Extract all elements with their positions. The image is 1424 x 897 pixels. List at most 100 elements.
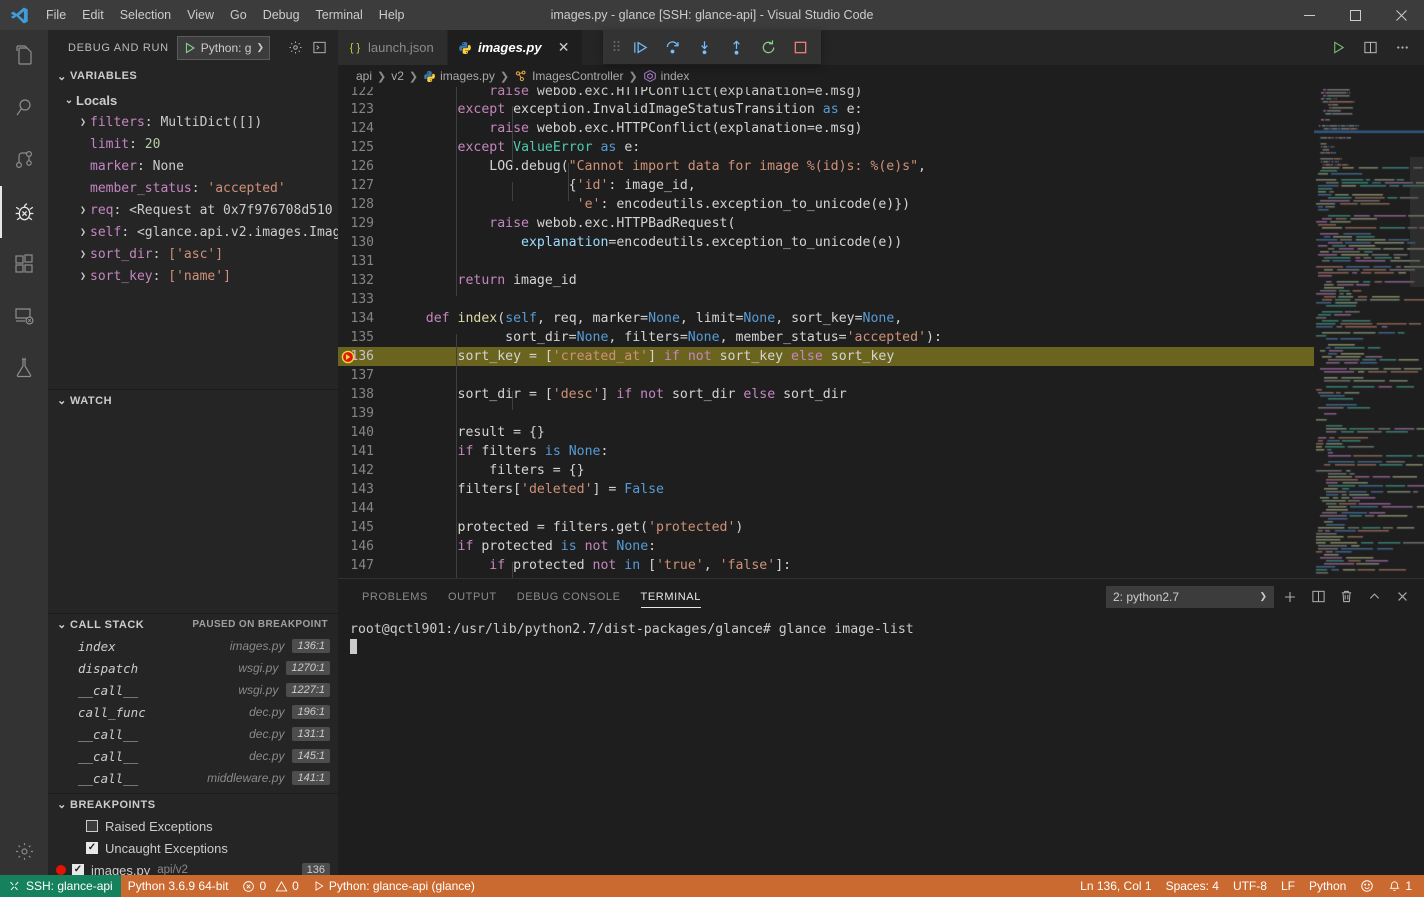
variables-section-header[interactable]: ⌄ VARIABLES [48,65,338,87]
code-text[interactable]: filters['deleted'] = False [394,480,1314,499]
manage-gear-icon[interactable] [0,827,48,875]
debug-toolbar[interactable] [603,30,821,64]
chevron-down-icon[interactable]: ❯ [254,42,264,53]
close-icon[interactable] [1378,0,1424,30]
split-editor-icon[interactable] [1356,34,1384,62]
code-line[interactable]: 129 raise webob.exc.HTTPBadRequest( [338,214,1314,233]
code-line[interactable]: 146 if protected is not None: [338,537,1314,556]
menu-bar[interactable]: File Edit Selection View Go Debug Termin… [38,0,413,30]
code-text[interactable]: except exception.InvalidImageStatusTrans… [394,100,1314,119]
step-over-icon[interactable] [657,32,687,62]
menu-terminal[interactable]: Terminal [308,0,371,30]
close-icon[interactable]: ✕ [556,39,572,56]
breadcrumb-item-images-controller[interactable]: ImagesController [514,69,623,83]
code-line[interactable]: 136 sort_key = ['created_at'] if not sor… [338,347,1314,366]
variable-row[interactable]: ❯ filters: MultiDict([]) [48,111,338,133]
step-into-icon[interactable] [689,32,719,62]
minimize-icon[interactable] [1286,0,1332,30]
run-python-file-icon[interactable] [1324,34,1352,62]
callstack-frame[interactable]: __call__ middleware.py 141:1 [48,767,338,789]
code-line[interactable]: 138 sort_dir = ['desc'] if not sort_dir … [338,385,1314,404]
status-feedback[interactable] [1353,875,1381,897]
code-line[interactable]: 140 result = {} [338,423,1314,442]
code-line[interactable]: 126 LOG.debug("Cannot import data for im… [338,157,1314,176]
sidebar-item-search[interactable] [0,82,48,134]
code-line[interactable]: 139 [338,404,1314,423]
breadcrumb-item-index[interactable]: index [643,69,689,83]
tab-problems[interactable]: PROBLEMS [352,579,438,614]
code-line[interactable]: 128 'e': encodeutils.exception_to_unicod… [338,195,1314,214]
code-line[interactable]: 123 except exception.InvalidImageStatusT… [338,100,1314,119]
step-out-icon[interactable] [721,32,751,62]
code-text[interactable]: explanation=encodeutils.exception_to_uni… [394,233,1314,252]
sidebar-item-source-control[interactable] [0,134,48,186]
breadcrumb-item-api[interactable]: api [356,69,372,83]
status-debug-session[interactable]: Python: glance-api (glance) [306,875,482,897]
panel-actions[interactable]: 2: python2.7 ❯ [1106,585,1424,609]
status-problems[interactable]: 0 0 [235,875,305,897]
activity-bar[interactable] [0,30,48,875]
breakpoint-checkbox[interactable] [86,842,98,854]
kill-terminal-icon[interactable] [1334,585,1358,609]
code-line[interactable]: 142 filters = {} [338,461,1314,480]
code-line[interactable]: 133 [338,290,1314,309]
code-text[interactable]: sort_dir = ['desc'] if not sort_dir else… [394,385,1314,404]
code-text[interactable]: except ValueError as e: [394,138,1314,157]
chevron-right-icon[interactable]: ❯ [76,205,90,216]
code-text[interactable]: raise webob.exc.HTTPBadRequest( [394,214,1314,233]
breakpoints-section-header[interactable]: ⌄ BREAKPOINTS [48,793,338,815]
variable-row[interactable]: ❯ req: <Request at 0x7f976708d510 GE… [48,199,338,221]
grip-icon[interactable] [609,30,623,64]
chevron-right-icon[interactable]: ❯ [76,117,90,128]
tab-terminal[interactable]: TERMINAL [631,579,711,614]
terminal-output[interactable]: root@qctl901:/usr/lib/python2.7/dist-pac… [338,614,1424,875]
variables-scope-locals[interactable]: ⌄ Locals [48,89,338,111]
code-text[interactable]: raise webob.exc.HTTPConflict(explanation… [394,119,1314,138]
breakpoint-row[interactable]: Uncaught Exceptions [48,837,338,859]
callstack-frame[interactable]: index images.py 136:1 [48,635,338,657]
code-line[interactable]: 137 [338,366,1314,385]
close-panel-icon[interactable] [1390,585,1414,609]
callstack-frame[interactable]: __call__ wsgi.py 1227:1 [48,679,338,701]
continue-icon[interactable] [625,32,655,62]
code-text[interactable]: filters = {} [394,461,1314,480]
code-line[interactable]: 141 if filters is None: [338,442,1314,461]
chevron-right-icon[interactable]: ❯ [76,227,90,238]
sidebar-item-extensions[interactable] [0,238,48,290]
variable-row[interactable]: ❯ member_status: 'accepted' [48,177,338,199]
tab-debug-console[interactable]: DEBUG CONSOLE [507,579,631,614]
variable-row[interactable]: ❯ sort_dir: ['asc'] [48,243,338,265]
code-text[interactable]: {'id': image_id, [394,176,1314,195]
code-text[interactable]: if protected is not None: [394,537,1314,556]
callstack-frame[interactable]: call_func dec.py 196:1 [48,701,338,723]
status-language-mode[interactable]: Python [1302,875,1353,897]
code-line[interactable]: 125 except ValueError as e: [338,138,1314,157]
variable-row[interactable]: ❯ sort_key: ['name'] [48,265,338,287]
editor-actions[interactable] [1324,30,1424,65]
sidebar-item-explorer[interactable] [0,30,48,82]
breadcrumb-item-images-py[interactable]: images.py [423,69,495,83]
status-python-version[interactable]: Python 3.6.9 64-bit [121,875,236,897]
code-line[interactable]: 144 [338,499,1314,518]
breadcrumb-item-v2[interactable]: v2 [391,69,404,83]
code-text[interactable]: LOG.debug("Cannot import data for image … [394,157,1314,176]
callstack-frame[interactable]: __call__ dec.py 131:1 [48,723,338,745]
code-text[interactable]: raise webob.exc.HTTPConflict(explanation… [394,87,1314,101]
sidebar-header-buttons[interactable] [284,37,330,59]
breakpoint-marker-icon[interactable] [341,350,355,364]
breadcrumb[interactable]: api ❯ v2 ❯ images.py ❯ ImagesController … [338,65,1424,87]
status-remote-indicator[interactable]: SSH: glance-api [0,875,121,897]
split-terminal-icon[interactable] [1306,585,1330,609]
status-indentation[interactable]: Spaces: 4 [1159,875,1226,897]
maximize-panel-icon[interactable] [1362,585,1386,609]
variable-row[interactable]: ❯ marker: None [48,155,338,177]
code-line[interactable]: 134 def index(self, req, marker=None, li… [338,309,1314,328]
start-debug-play-icon[interactable] [182,42,198,54]
variable-row[interactable]: ❯ limit: 20 [48,133,338,155]
code-line[interactable]: 122 raise webob.exc.HTTPConflict(explana… [338,87,1314,100]
code-text[interactable]: result = {} [394,423,1314,442]
status-eol[interactable]: LF [1274,875,1302,897]
code-text[interactable]: if filters is None: [394,442,1314,461]
code-line[interactable]: 131 [338,252,1314,271]
maximize-icon[interactable] [1332,0,1378,30]
